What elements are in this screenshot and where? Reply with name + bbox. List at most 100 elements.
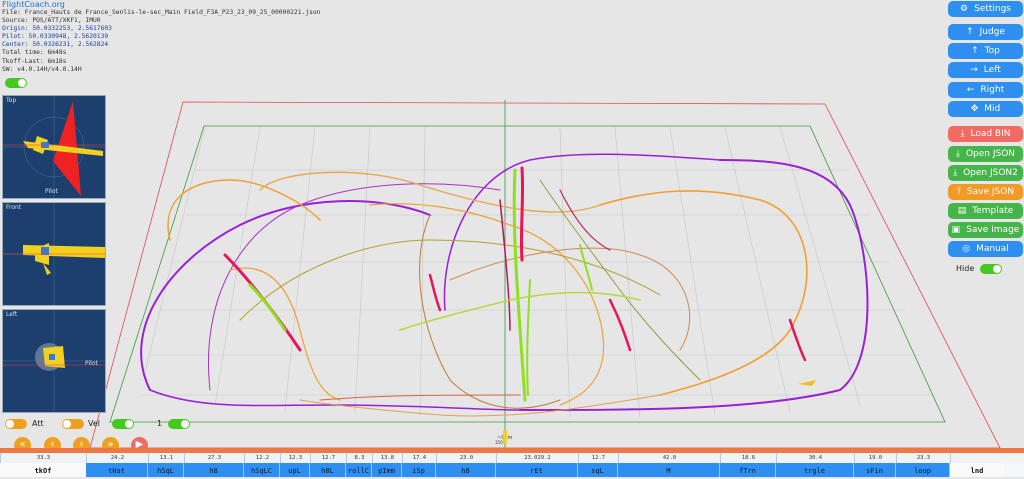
maneuver-score: 12.3: [280, 453, 310, 463]
template-button[interactable]: ▤ Template: [948, 203, 1023, 219]
maneuver-segment[interactable]: upL: [280, 463, 310, 477]
maneuver-segment[interactable]: tHat: [86, 463, 148, 477]
left-view-pilot-label: Pilot: [85, 360, 98, 367]
outer-box-red: [89, 101, 1001, 448]
maneuver-score: 13.1: [148, 453, 184, 463]
load-bin-button[interactable]: ⤓ Load BIN: [948, 126, 1023, 142]
total-time-line: Total time: 6m48s: [2, 49, 67, 57]
download-icon: ⤓: [960, 129, 965, 139]
button-label: Template: [972, 206, 1014, 216]
center-line-text: Center: 50.0326231, 2.562824: [2, 41, 109, 49]
source-line: Source: POS/ATT/XKF1, IMU0: [2, 17, 101, 25]
hide-toggle[interactable]: [980, 264, 1002, 274]
pilot-line: Pilot: 50.0330948, 2.5620139: [2, 33, 109, 41]
maneuver-segment[interactable]: iSp: [402, 463, 436, 477]
left-view-panel[interactable]: Left Pilot: [2, 309, 106, 413]
button-label: Manual: [976, 244, 1009, 254]
vel-toggle-a[interactable]: [62, 419, 84, 429]
vel-toggle-b[interactable]: [112, 419, 134, 429]
manual-button[interactable]: ◎ Manual: [948, 241, 1023, 257]
button-label: Judge: [979, 27, 1005, 37]
maneuver-segment[interactable]: tkOf: [0, 463, 86, 477]
att-label: Att: [32, 419, 44, 428]
top-button[interactable]: ↑ Top: [948, 43, 1023, 59]
maneuver-segment[interactable]: M: [618, 463, 720, 477]
front-view-panel[interactable]: Front: [2, 202, 106, 306]
help-icon: ◎: [962, 244, 971, 254]
vel-label: Vel: [88, 419, 100, 428]
maneuver-score: 17.4: [402, 453, 436, 463]
maneuver-score: 18.6: [720, 453, 776, 463]
arrow-left-icon: ←: [966, 85, 975, 95]
origin-line: Origin: 50.0332253, 2.5617603: [2, 25, 112, 33]
maneuver-score: 12.7: [578, 453, 618, 463]
maneuver-score: 24.2: [86, 453, 148, 463]
maneuver-score: 23.3: [896, 453, 950, 463]
maneuver-segment[interactable]: rollC: [346, 463, 372, 477]
sw-version-line: SW: v4.0.14H/v4.0.14H: [2, 65, 82, 73]
maneuver-segment[interactable]: hSqL: [148, 463, 184, 477]
download-icon: ⤓: [955, 149, 960, 159]
maneuver-score: 30.4: [776, 453, 854, 463]
maneuver-score: 12.2: [244, 453, 280, 463]
maneuver-segment[interactable]: h8: [436, 463, 496, 477]
button-label: Save JSON: [966, 187, 1015, 197]
flight-paths: [140, 153, 869, 417]
maneuver-segment[interactable]: hSqLC: [244, 463, 280, 477]
top-view-label: Top: [6, 97, 17, 104]
open-json2-button[interactable]: ⤓ Open JSON2: [948, 165, 1023, 181]
maneuver-segment[interactable]: sFin: [854, 463, 896, 477]
count-toggle[interactable]: [168, 419, 190, 429]
top-view-panel[interactable]: Top Pilot: [2, 95, 106, 199]
hide-label: Hide: [956, 264, 975, 273]
save-image-button[interactable]: ▣ Save Image: [948, 222, 1023, 238]
left-view-label: Left: [6, 311, 18, 318]
arrow-up-icon: ↑: [966, 27, 974, 37]
button-label: Load BIN: [970, 129, 1011, 139]
flight-info: FlightCoach.org File: France_Hauts de Fr…: [2, 0, 320, 74]
judge-button[interactable]: ↑ Judge: [948, 24, 1023, 40]
info-toggle[interactable]: [5, 78, 27, 88]
maneuver-score: [950, 453, 1004, 463]
maneuver-segment[interactable]: lnd: [950, 463, 1004, 477]
button-label: Left: [983, 65, 1001, 75]
mid-button[interactable]: ✥ Mid: [948, 101, 1023, 117]
pilot-marker: [503, 430, 507, 444]
maneuver-score: 23.0: [436, 453, 496, 463]
open-json-button[interactable]: ⤓ Open JSON: [948, 146, 1023, 162]
maneuver-segment[interactable]: trgle: [776, 463, 854, 477]
maneuver-score: 8.3: [346, 453, 372, 463]
save-json-button[interactable]: ⤒ Save JSON: [948, 184, 1023, 200]
front-view-graphic: [3, 203, 105, 305]
right-button[interactable]: ← Right: [948, 82, 1023, 98]
maneuver-timeline[interactable]: 33.3 tkOf 24.2 tHat 13.1 hSqL 27.3 h8 12.2 hSqLC 1…: [0, 453, 1024, 477]
maneuver-segment[interactable]: h8: [184, 463, 244, 477]
maneuver-segment[interactable]: sqL: [578, 463, 618, 477]
maneuver-score: 12.7: [310, 453, 346, 463]
maneuver-score: 33.3: [0, 453, 86, 463]
brand-link[interactable]: FlightCoach.org: [2, 0, 320, 9]
settings-button[interactable]: ⚙ Settings: [948, 1, 1023, 17]
document-icon: ▤: [957, 206, 967, 216]
top-view-pilot-label: Pilot: [45, 188, 58, 195]
maneuver-segment[interactable]: loop: [896, 463, 950, 477]
maneuver-score: 19.0: [854, 453, 896, 463]
maneuver-segment[interactable]: h8L: [310, 463, 346, 477]
tkoff-last-line: Tkoff-Last: 6m18s: [2, 57, 67, 65]
button-label: Mid: [984, 104, 1001, 114]
download-icon: ⤓: [953, 168, 958, 178]
att-toggle[interactable]: [5, 419, 27, 429]
image-icon: ▣: [951, 225, 961, 235]
count-label: 1: [157, 419, 163, 428]
left-button[interactable]: → Left: [948, 62, 1023, 78]
button-label: Top: [984, 46, 1000, 56]
maneuver-segment[interactable]: rEt: [496, 463, 578, 477]
plane-marker: [798, 380, 816, 386]
arrow-up-icon: ↑: [971, 46, 979, 56]
arrow-right-icon: →: [970, 65, 978, 75]
gear-icon: ⚙: [960, 4, 969, 14]
top-view-graphic: [3, 96, 105, 198]
maneuver-segment[interactable]: pImm: [372, 463, 402, 477]
button-label: Settings: [974, 4, 1011, 14]
maneuver-segment[interactable]: fTrn: [720, 463, 776, 477]
